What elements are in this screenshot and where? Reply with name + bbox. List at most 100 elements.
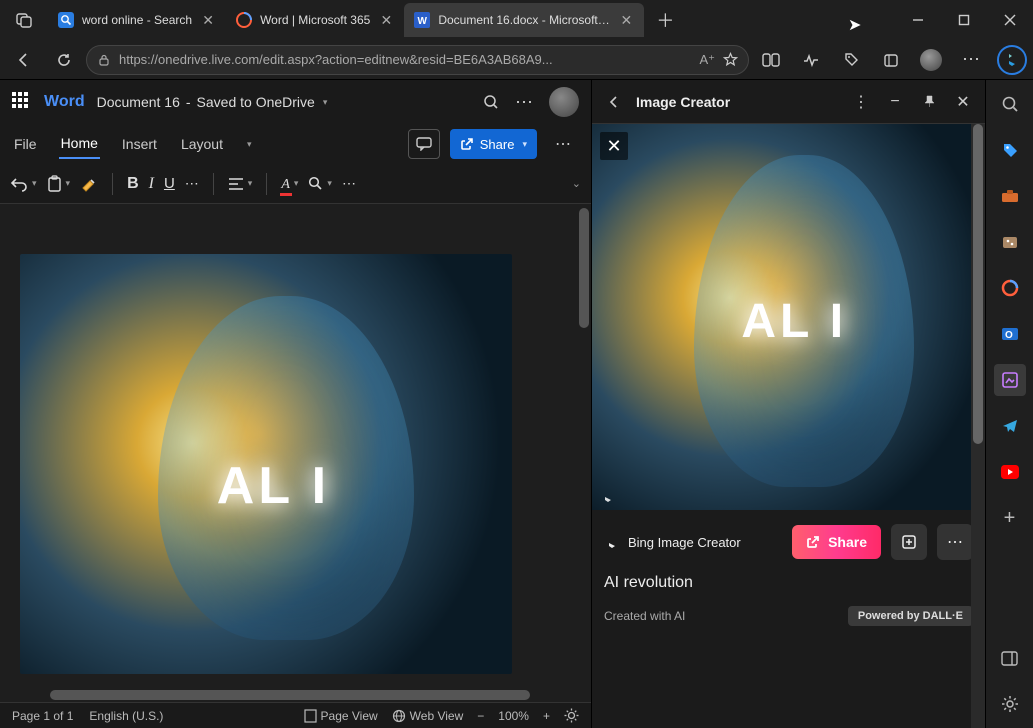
tab-home[interactable]: Home — [59, 129, 100, 159]
bold-button[interactable]: B — [127, 175, 139, 193]
close-icon[interactable]: ✕ — [618, 12, 634, 28]
page-view-button[interactable]: Page View — [304, 709, 378, 723]
share-button[interactable]: Share ▾ — [450, 129, 537, 159]
horizontal-scrollbar[interactable] — [50, 690, 530, 700]
bing-creator-label[interactable]: Bing Image Creator — [604, 534, 741, 550]
close-icon[interactable]: ✕ — [200, 12, 216, 28]
page-indicator[interactable]: Page 1 of 1 — [12, 709, 73, 723]
browser-tab-wordweb[interactable]: Word | Microsoft 365 ✕ — [226, 3, 404, 37]
maximize-button[interactable] — [941, 0, 987, 40]
search-icon[interactable] — [483, 94, 499, 110]
image-creator-panel: Image Creator ⋮ − ✕ ✕ AL I Bing Image Cr… — [591, 80, 985, 728]
m365-icon — [236, 12, 252, 28]
word-online-app: Word Document 16 - Saved to OneDrive ▾ ⋯… — [0, 80, 591, 728]
side-panel-icon[interactable] — [994, 642, 1026, 674]
more-icon[interactable]: ⋯ — [937, 524, 973, 560]
read-aloud-icon[interactable]: A⁺ — [699, 52, 715, 68]
settings-icon[interactable] — [994, 688, 1026, 720]
split-screen-icon[interactable] — [753, 44, 789, 76]
more-font-icon[interactable]: ⋯ — [185, 175, 199, 192]
games-icon[interactable] — [994, 226, 1026, 258]
copilot-button[interactable] — [997, 45, 1027, 75]
new-tab-button[interactable]: ＋ — [650, 5, 680, 35]
close-window-button[interactable] — [987, 0, 1033, 40]
tab-actions-button[interactable] — [0, 0, 48, 40]
zoom-out-button[interactable]: − — [477, 709, 484, 723]
profile-icon[interactable] — [913, 44, 949, 76]
site-info-icon[interactable] — [97, 53, 111, 67]
vertical-scrollbar[interactable] — [579, 208, 589, 328]
minimize-button[interactable]: − — [883, 90, 907, 114]
zoom-in-button[interactable]: + — [543, 709, 550, 723]
tools-icon[interactable] — [994, 180, 1026, 212]
app-launcher-icon[interactable] — [12, 92, 32, 112]
created-with-label: Created with AI — [604, 609, 685, 623]
account-avatar[interactable] — [549, 87, 579, 117]
more-icon[interactable]: ⋯ — [953, 44, 989, 76]
chevron-down-icon: ▾ — [522, 139, 527, 150]
more-icon[interactable]: ⋯ — [342, 175, 356, 192]
more-icon[interactable]: ⋯ — [515, 92, 533, 113]
shopping-icon[interactable] — [833, 44, 869, 76]
share-icon — [806, 535, 820, 549]
svg-text:W: W — [418, 16, 428, 27]
chevron-down-icon[interactable]: ▾ — [247, 139, 252, 150]
shopping-icon[interactable] — [994, 134, 1026, 166]
pin-icon[interactable] — [917, 90, 941, 114]
panel-scrollbar[interactable] — [971, 124, 985, 728]
browser-tab-document[interactable]: W Document 16.docx - Microsoft W ✕ — [404, 3, 644, 37]
search-icon[interactable] — [994, 88, 1026, 120]
image-overlay-text: AL I — [741, 294, 847, 349]
share-button[interactable]: Share — [792, 525, 881, 559]
italic-button[interactable]: I — [149, 175, 154, 193]
chevron-down-icon: ▾ — [323, 97, 328, 108]
health-icon[interactable] — [793, 44, 829, 76]
find-button[interactable]: ▾ — [308, 176, 332, 191]
image-creator-icon[interactable] — [994, 364, 1026, 396]
more-icon[interactable]: ⋮ — [849, 90, 873, 114]
paste-button[interactable]: ▾ — [47, 175, 71, 193]
collapse-ribbon-icon[interactable]: ⌄ — [570, 177, 581, 190]
close-icon[interactable]: ✕ — [378, 12, 394, 28]
format-painter-button[interactable] — [80, 176, 98, 192]
back-button[interactable] — [6, 44, 42, 76]
telegram-icon[interactable] — [994, 410, 1026, 442]
collections-icon[interactable] — [873, 44, 909, 76]
document-title[interactable]: Document 16 - Saved to OneDrive ▾ — [97, 94, 328, 110]
word-brand[interactable]: Word — [44, 93, 85, 111]
zoom-level[interactable]: 100% — [498, 709, 529, 723]
m365-icon[interactable] — [994, 272, 1026, 304]
more-icon[interactable]: ⋯ — [547, 129, 579, 159]
comments-button[interactable] — [408, 129, 440, 159]
document-image[interactable]: AL I — [20, 254, 512, 674]
browser-tab-search[interactable]: word online - Search ✕ — [48, 3, 226, 37]
tab-title: word online - Search — [82, 13, 192, 27]
add-icon[interactable]: + — [994, 502, 1026, 534]
refresh-button[interactable] — [46, 44, 82, 76]
font-color-button[interactable]: A▾ — [281, 175, 298, 193]
image-overlay-text: AL I — [217, 456, 330, 516]
undo-button[interactable]: ▾ — [10, 176, 37, 192]
ribbon-tabs: File Home Insert Layout ▾ Share ▾ ⋯ — [0, 124, 591, 164]
generated-image[interactable]: ✕ AL I — [592, 124, 985, 510]
back-button[interactable] — [602, 90, 626, 114]
minimize-button[interactable] — [895, 0, 941, 40]
align-button[interactable]: ▾ — [228, 177, 253, 191]
save-button[interactable] — [891, 524, 927, 560]
tab-layout[interactable]: Layout — [179, 130, 225, 158]
favorite-icon[interactable] — [723, 52, 738, 67]
web-view-button[interactable]: Web View — [392, 709, 464, 723]
close-icon[interactable]: ✕ — [951, 90, 975, 114]
tab-file[interactable]: File — [12, 130, 39, 158]
youtube-icon[interactable] — [994, 456, 1026, 488]
url-input[interactable]: https://onedrive.live.com/edit.aspx?acti… — [86, 45, 749, 75]
outlook-icon[interactable]: O — [994, 318, 1026, 350]
document-canvas[interactable]: AL I — [0, 204, 591, 702]
brightness-icon[interactable] — [564, 708, 579, 723]
tab-insert[interactable]: Insert — [120, 130, 159, 158]
language-indicator[interactable]: English (U.S.) — [89, 709, 163, 723]
url-text: https://onedrive.live.com/edit.aspx?acti… — [119, 52, 553, 67]
close-image-button[interactable]: ✕ — [600, 132, 628, 160]
tab-title: Document 16.docx - Microsoft W — [438, 13, 610, 27]
underline-button[interactable]: U — [164, 175, 175, 192]
